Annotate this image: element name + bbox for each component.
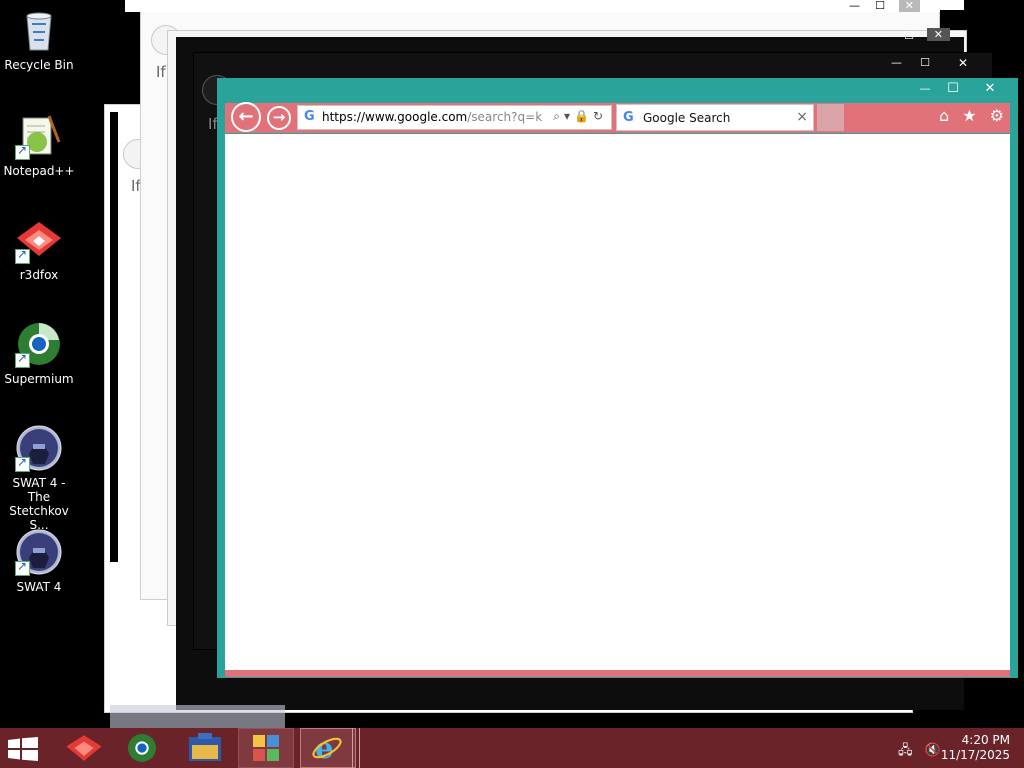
forward-button[interactable]: → — [267, 106, 291, 130]
desktop-icon-label: SWAT 4 - The Stetchkov S... — [9, 476, 69, 532]
start-button[interactable] — [0, 728, 56, 768]
r3dfox-icon — [66, 735, 102, 761]
desktop: If If — ☐ ✕ — ☐ ✕ If — ☐ ✕ Recycle Bin ↗… — [0, 0, 1024, 728]
desktop-icon-r3dfox[interactable]: r3dfox — [2, 216, 76, 282]
file-explorer-icon — [189, 733, 221, 761]
taskbar-internet-explorer[interactable]: e — [300, 728, 356, 768]
back-button[interactable]: ← — [231, 102, 261, 132]
ghost-fade — [110, 705, 285, 728]
tab-google-search[interactable]: G Google Search × — [616, 104, 814, 131]
clock-date: 11/17/2025 — [940, 748, 1010, 762]
taskbar-supermium[interactable] — [114, 728, 170, 768]
taskbar: e 🖧 🔇 4:20 PM 11/17/2025 — [0, 728, 1024, 768]
home-icon[interactable]: ⌂ — [939, 106, 949, 125]
google-favicon-icon: G — [623, 110, 634, 125]
settings-gear-icon[interactable]: ⚙ — [990, 106, 1004, 125]
desktop-icon-notepad-plus-plus[interactable]: Notepad++ — [2, 112, 76, 178]
new-tab-button[interactable] — [817, 104, 844, 131]
supermium-icon — [15, 320, 63, 368]
swat4-expansion-icon — [15, 424, 63, 472]
taskbar-clock[interactable]: 4:20 PM 11/17/2025 — [930, 733, 1010, 763]
google-favicon-icon: G — [304, 109, 315, 124]
ghost-edge — [940, 0, 964, 10]
taskbar-r3dfox[interactable] — [56, 728, 112, 768]
address-url[interactable]: https://www.google.com/search?q=korn — [322, 110, 542, 124]
taskbar-control-panel[interactable] — [238, 728, 294, 768]
desktop-icon-supermium[interactable]: Supermium — [2, 320, 76, 386]
taskbar-stack-indicator — [352, 728, 360, 768]
url-path: /search?q=korn — [467, 110, 542, 124]
network-icon[interactable]: 🖧 — [898, 743, 913, 758]
ghost-window-text: If — [156, 63, 166, 81]
favorites-star-icon[interactable]: ★ — [962, 106, 976, 125]
maximize-button[interactable]: ☐ — [939, 78, 967, 100]
tab-close-icon[interactable]: × — [796, 109, 808, 125]
browser-titlebar[interactable]: — ☐ ✕ — [217, 78, 1018, 101]
desktop-icon-label: SWAT 4 — [16, 580, 62, 594]
supermium-icon — [128, 734, 156, 762]
r3dfox-icon — [15, 216, 63, 264]
windows-logo-icon — [8, 737, 38, 761]
address-bar[interactable]: G https://www.google.com/search?q=korn ⌕… — [297, 105, 612, 130]
tab-title: Google Search — [643, 111, 731, 125]
internet-explorer-icon: e — [312, 731, 342, 765]
browser-toolbar: ← → G https://www.google.com/search?q=ko… — [225, 102, 1010, 133]
browser-content[interactable] — [225, 134, 1010, 670]
desktop-icon-recycle-bin[interactable]: Recycle Bin — [2, 6, 76, 72]
address-actions: ⌕▾🔒↻ — [553, 109, 607, 124]
browser-status-bar — [225, 670, 1010, 677]
toolbar-right-icons: ⌂ ★ ⚙ — [931, 106, 1004, 125]
desktop-icon-swat4[interactable]: SWAT 4 — [2, 528, 76, 594]
minimize-button[interactable]: — — [911, 78, 939, 100]
browser-window[interactable]: — ☐ ✕ ← → G https://www.google.com/searc… — [217, 78, 1018, 678]
url-domain: https://www.google.com — [322, 110, 468, 124]
desktop-icon-label: Notepad++ — [3, 164, 75, 178]
notepad-plus-plus-icon — [15, 112, 63, 160]
swat4-icon — [15, 528, 63, 576]
desktop-icon-swat4-expansion[interactable]: SWAT 4 - The Stetchkov S... — [2, 424, 76, 532]
dropdown-icon[interactable]: ▾ — [564, 109, 574, 123]
lock-icon[interactable]: 🔒 — [574, 109, 593, 123]
ghost-edge — [110, 112, 118, 562]
desktop-icon-label: Supermium — [4, 372, 74, 386]
taskbar-file-explorer[interactable] — [176, 728, 232, 768]
recycle-bin-icon — [15, 6, 63, 54]
desktop-icon-label: r3dfox — [19, 268, 59, 282]
refresh-icon[interactable]: ↻ — [593, 109, 607, 123]
clock-time: 4:20 PM — [961, 733, 1010, 747]
close-button[interactable]: ✕ — [967, 78, 1013, 100]
search-icon[interactable]: ⌕ — [553, 109, 564, 123]
desktop-icon-label: Recycle Bin — [4, 58, 74, 72]
control-panel-icon — [253, 735, 279, 761]
ghost-window-2-titlebar: — ☐ ✕ — [125, 0, 940, 12]
